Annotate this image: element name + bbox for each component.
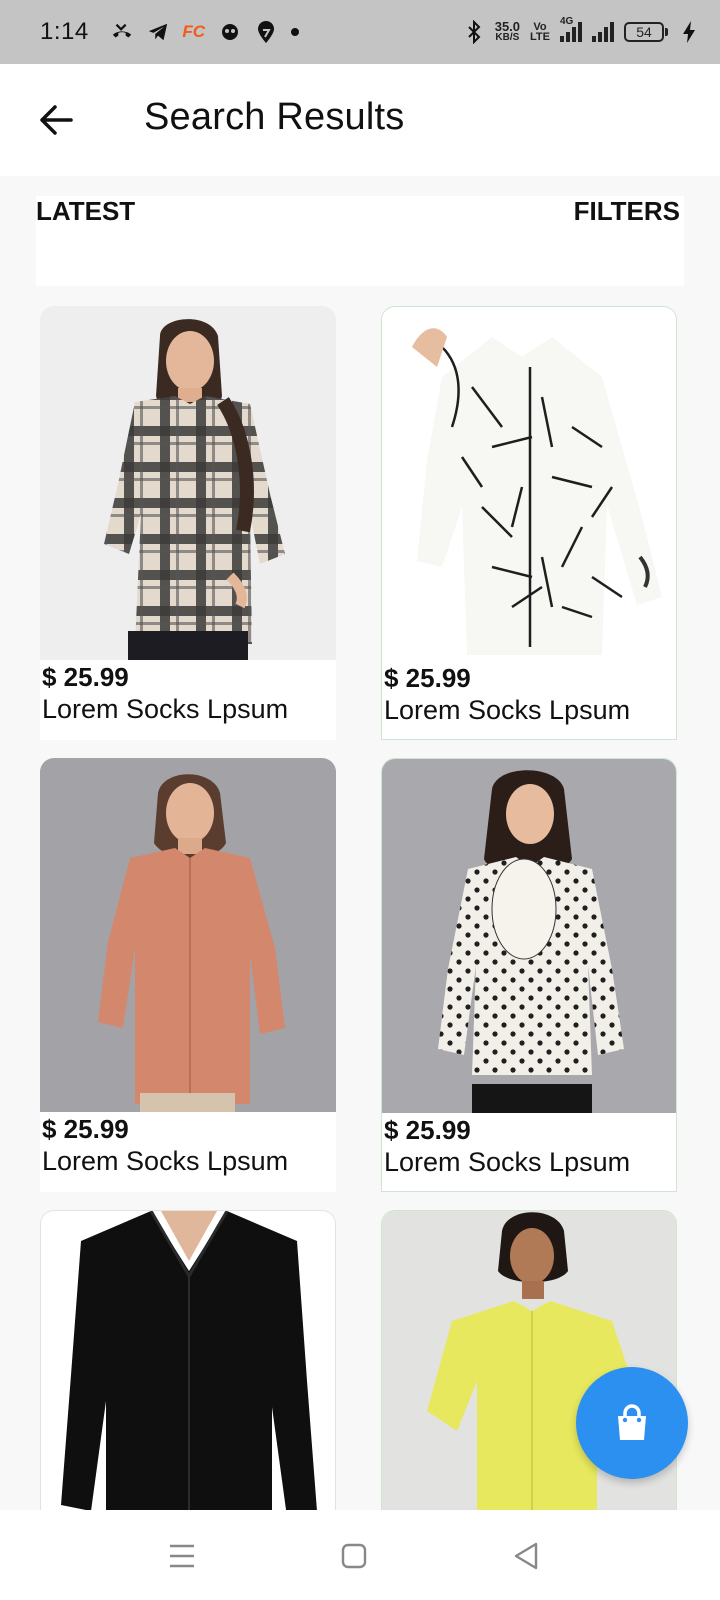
net-speed-unit: KB/S bbox=[495, 32, 520, 43]
status-time: 1:14 bbox=[40, 18, 89, 45]
volte-bottom: LTE bbox=[530, 31, 550, 43]
net-speed: 35.0 KB/S bbox=[494, 19, 521, 43]
swiggy-icon bbox=[255, 21, 277, 43]
more-notifications-dot bbox=[290, 28, 299, 36]
product-card[interactable] bbox=[40, 1210, 336, 1510]
product-price: $ 25.99 bbox=[42, 662, 129, 692]
signal-icon bbox=[592, 22, 614, 42]
missed-call-icon bbox=[111, 21, 133, 43]
menu-icon bbox=[170, 1544, 194, 1568]
net-speed-value: 35.0 bbox=[494, 19, 521, 34]
product-card[interactable]: $ 25.99 Lorem Socks Lpsum bbox=[381, 306, 677, 740]
product-card[interactable]: $ 25.99 Lorem Socks Lpsum bbox=[40, 758, 336, 1192]
system-nav-bar bbox=[0, 1510, 720, 1600]
shopping-bag-icon bbox=[618, 1404, 646, 1440]
system-status: 35.0 KB/S Vo LTE 4G 54 bbox=[463, 16, 700, 44]
back-button[interactable] bbox=[34, 98, 78, 142]
notification-icons: FC bbox=[111, 21, 299, 43]
home-square-icon bbox=[341, 1543, 367, 1569]
arrow-left-icon bbox=[40, 105, 73, 135]
menu-nav-button[interactable] bbox=[158, 1532, 206, 1580]
product-image bbox=[40, 758, 336, 1112]
product-image bbox=[382, 307, 676, 661]
sort-latest-button[interactable]: LATEST bbox=[36, 196, 135, 227]
back-triangle-icon bbox=[514, 1542, 538, 1570]
battery-level: 54 bbox=[624, 22, 664, 42]
product-name: Lorem Socks Lpsum bbox=[384, 1147, 631, 1177]
back-nav-button[interactable] bbox=[502, 1532, 550, 1580]
charging-icon bbox=[678, 21, 700, 43]
product-name: Lorem Socks Lpsum bbox=[42, 1146, 289, 1176]
product-price: $ 25.99 bbox=[42, 1114, 129, 1144]
status-bar: 1:14 FC 35.0 KB/S Vo LTE 4G 54 bbox=[0, 0, 720, 64]
sort-filter-bar: LATEST FILTERS bbox=[36, 196, 684, 286]
product-image bbox=[382, 759, 676, 1113]
signal-4g-icon: 4G bbox=[560, 16, 582, 42]
product-price: $ 25.99 bbox=[384, 663, 471, 693]
telegram-icon bbox=[147, 21, 169, 43]
bluetooth-icon bbox=[463, 20, 485, 44]
fc-app-icon: FC bbox=[182, 22, 206, 41]
product-card[interactable]: $ 25.99 Lorem Socks Lpsum bbox=[40, 306, 336, 740]
network-type: 4G bbox=[560, 16, 574, 27]
product-card[interactable]: $ 25.99 Lorem Socks Lpsum bbox=[381, 758, 677, 1192]
product-image bbox=[40, 306, 336, 660]
home-nav-button[interactable] bbox=[330, 1532, 378, 1580]
page-title: Search Results bbox=[144, 96, 405, 138]
app-header: Search Results bbox=[0, 64, 720, 176]
product-name: Lorem Socks Lpsum bbox=[384, 695, 631, 725]
cart-fab-button[interactable] bbox=[576, 1367, 688, 1479]
volte-indicator: Vo LTE bbox=[530, 22, 550, 43]
filters-button[interactable]: FILTERS bbox=[574, 196, 680, 227]
battery-icon: 54 bbox=[624, 22, 668, 42]
chat-app-icon bbox=[219, 21, 241, 43]
product-price: $ 25.99 bbox=[384, 1115, 471, 1145]
product-name: Lorem Socks Lpsum bbox=[42, 694, 289, 724]
product-image bbox=[41, 1211, 335, 1510]
product-grid: $ 25.99 Lorem Socks Lpsum $ 25.99 Lorem … bbox=[0, 306, 720, 1510]
